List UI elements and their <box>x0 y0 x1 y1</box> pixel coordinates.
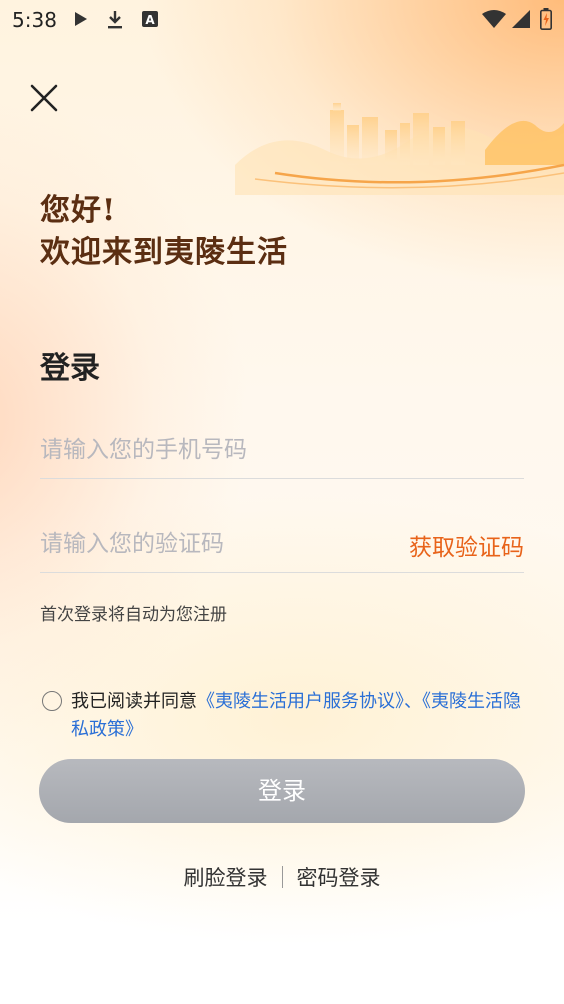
agreement-separator: 、 <box>404 691 422 712</box>
divider <box>281 866 283 888</box>
login-button[interactable]: 登录 <box>39 759 525 823</box>
status-time: 5:38 <box>12 8 57 32</box>
login-title: 登录 <box>40 351 100 386</box>
greeting-line1: 您好! <box>40 193 117 228</box>
greeting: 您好! 欢迎来到夷陵生活 <box>40 190 288 274</box>
get-code-button[interactable]: 获取验证码 <box>409 528 524 562</box>
svg-text:A: A <box>145 13 155 27</box>
code-input[interactable] <box>40 528 380 560</box>
password-login-link[interactable]: 密码登录 <box>297 866 381 890</box>
phone-input[interactable] <box>40 434 380 466</box>
register-hint: 首次登录将自动为您注册 <box>40 605 227 625</box>
status-bar: 5:38 A <box>0 0 564 40</box>
agreement-radio[interactable] <box>42 691 62 711</box>
download-icon <box>108 11 122 29</box>
battery-charging-icon <box>540 8 552 30</box>
user-agreement-link[interactable]: 《夷陵生活用户服务协议》 <box>197 691 404 712</box>
a-box-icon: A <box>142 11 158 27</box>
wifi-icon <box>482 10 506 28</box>
phone-field <box>40 418 524 479</box>
close-icon[interactable] <box>28 82 60 114</box>
play-store-icon <box>75 12 87 26</box>
face-login-link[interactable]: 刷脸登录 <box>184 866 268 890</box>
agreement-prefix: 我已阅读并同意 <box>71 691 197 712</box>
greeting-line2: 欢迎来到夷陵生活 <box>40 235 288 270</box>
alt-login: 刷脸登录 密码登录 <box>0 862 564 892</box>
code-field: 获取验证码 <box>40 512 524 573</box>
agreement-text: 我已阅读并同意《夷陵生活用户服务协议》、《夷陵生活隐私政策》 <box>71 688 526 744</box>
city-skyline-illustration <box>235 103 564 195</box>
signal-icon <box>512 10 530 28</box>
